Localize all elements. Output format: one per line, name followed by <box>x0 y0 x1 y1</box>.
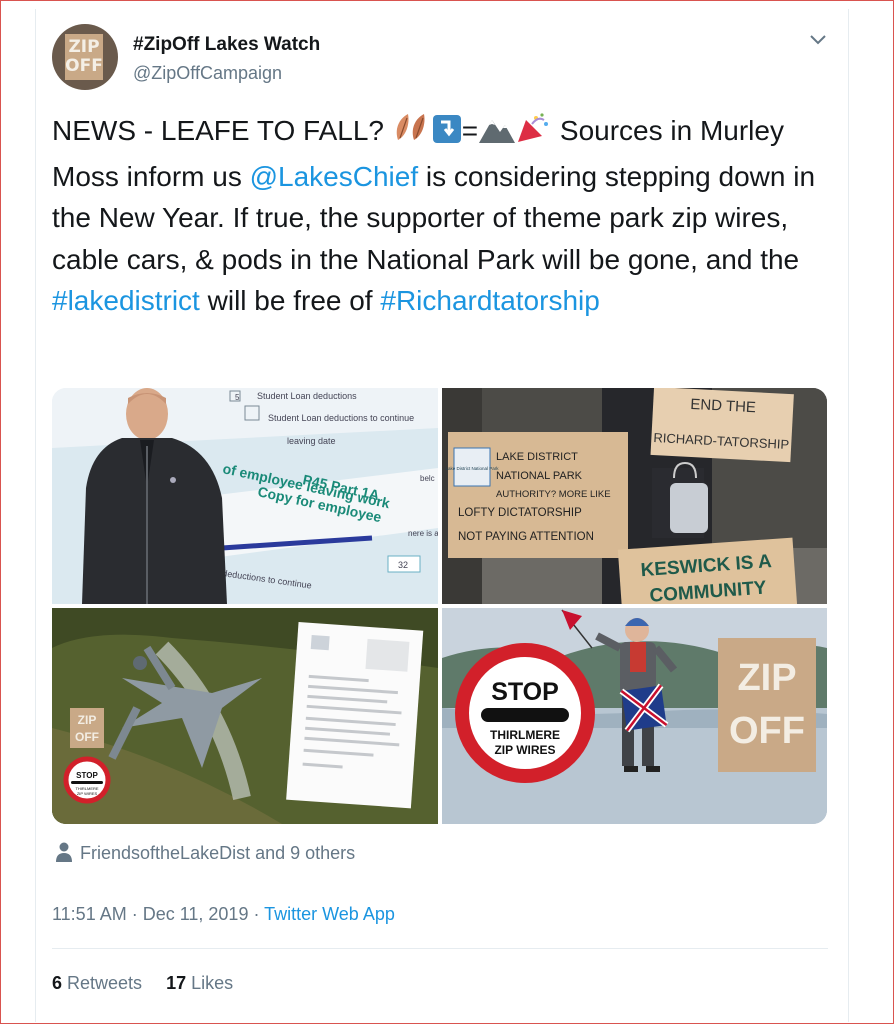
media-grid: 5 Student Loan deductions Student Loan d… <box>52 388 827 824</box>
tweet-timestamp[interactable]: 11:51 AM · Dec 11, 2019 · <box>52 904 264 924</box>
liked-by-row[interactable]: FriendsoftheLakeDist and 9 others <box>56 842 355 864</box>
tweet-text-part: NEWS - LEAFE TO FALL? <box>52 115 392 146</box>
p45-photo: 5 Student Loan deductions Student Loan d… <box>52 388 438 604</box>
likes-count: 17 <box>166 973 187 993</box>
sign-lnpa-line: NOT PAYING ATTENTION <box>458 531 594 543</box>
leaves-icon <box>392 112 432 156</box>
p45-line: nere is a <box>408 529 438 538</box>
likes-label: Likes <box>186 973 234 993</box>
p45-line: Student Loan deductions <box>257 391 357 401</box>
tweet-source-link[interactable]: Twitter Web App <box>264 904 395 924</box>
mountain-icon <box>478 114 516 156</box>
stop-line: STOP <box>76 771 98 780</box>
liked-by-text: FriendsoftheLakeDist and 9 others <box>80 843 356 863</box>
sign-end-line: END THE <box>690 396 756 416</box>
lnpa-logo-text: Lake District National Park <box>445 466 499 471</box>
jet-photo: ZIP OFF STOP THIRLMERE ZIP WIRES <box>52 608 438 824</box>
sign-lnpa-line: LAKE DISTRICT <box>496 451 578 463</box>
stop-line: ZIP WIRES <box>494 743 555 757</box>
sign-lnpa-line: LOFTY DICTATORSHIP <box>458 507 582 519</box>
tweet-meta: 11:51 AM · Dec 11, 2019 · Twitter Web Ap… <box>52 904 395 925</box>
retweets-stat[interactable]: 6 Retweets <box>52 973 142 993</box>
divider <box>52 948 828 949</box>
stop-line: STOP <box>491 678 559 706</box>
media-image-protest[interactable]: END THE RICHARD-TATORSHIP Lake District … <box>442 388 827 604</box>
protest-photo: END THE RICHARD-TATORSHIP Lake District … <box>442 388 827 604</box>
party-popper-icon <box>516 112 552 156</box>
p45-line: 32 <box>398 560 408 570</box>
down-arrow-icon <box>432 114 462 156</box>
tweet-stats: 6 Retweets 17 Likes <box>52 973 233 994</box>
zip-sign-line: ZIP <box>78 713 97 727</box>
chevron-down-icon[interactable] <box>808 30 828 50</box>
tweet-text: NEWS - LEAFE TO FALL? = Sources in Murle… <box>52 110 842 322</box>
retweets-label: Retweets <box>62 973 143 993</box>
mention-link[interactable]: @LakesChief <box>250 161 419 192</box>
tweet-text-part: will be free of <box>199 285 381 316</box>
p45-line: leaving date <box>287 436 336 446</box>
likes-stat[interactable]: 17 Likes <box>166 973 233 993</box>
stop-line: THIRLMERE <box>490 728 560 742</box>
sign-lnpa-line: NATIONAL PARK <box>496 470 583 482</box>
hashtag-link[interactable]: #Richardtatorship <box>380 285 599 316</box>
lake-photo: STOP THIRLMERE ZIP WIRES ZIP OFF <box>442 608 827 824</box>
account-name[interactable]: #ZipOff Lakes Watch <box>133 34 320 56</box>
account-handle[interactable]: @ZipOffCampaign <box>133 63 282 84</box>
hashtag-link[interactable]: #lakedistrict <box>52 285 200 316</box>
zip-sign-line: OFF <box>729 710 805 752</box>
person-icon <box>56 842 72 862</box>
sign-lnpa-line: AUTHORITY? MORE LIKE <box>496 489 611 500</box>
equals-sign: = <box>461 115 479 146</box>
zip-sign-line: ZIP <box>737 657 796 699</box>
media-image-p45[interactable]: 5 Student Loan deductions Student Loan d… <box>52 388 438 604</box>
retweets-count: 6 <box>52 973 63 993</box>
p45-line: belc <box>420 474 435 483</box>
p45-line: 5 <box>235 393 240 402</box>
avatar-sign: ZIP OFF <box>65 34 103 80</box>
media-image-jet[interactable]: ZIP OFF STOP THIRLMERE ZIP WIRES <box>52 608 438 824</box>
zip-sign-line: OFF <box>75 730 99 744</box>
p45-line: Student Loan deductions to continue <box>268 413 414 423</box>
media-image-lake[interactable]: STOP THIRLMERE ZIP WIRES ZIP OFF <box>442 608 827 824</box>
avatar[interactable]: ZIP OFF <box>52 24 118 90</box>
stop-line: ZIP WIRES <box>77 791 98 796</box>
